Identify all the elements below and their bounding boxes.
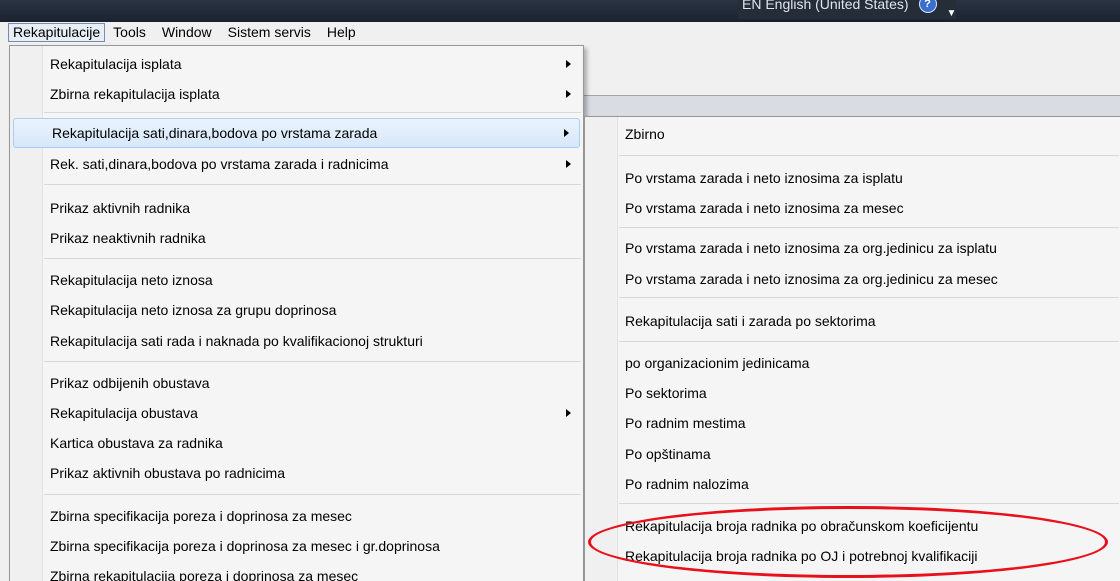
submenu-item-po-sektorima[interactable]: Po sektorima [587,379,1119,407]
menu-item-label: Prikaz neaktivnih radnika [50,230,206,246]
menu-item-prikaz-aktivnih-obustava[interactable]: Prikaz aktivnih obustava po radnicima [12,459,581,487]
help-icon[interactable]: ? [918,0,937,13]
menu-item-label: Rek. sati,dinara,bodova po vrstama zarad… [50,156,389,172]
menu-item-label: Zbirna rekapitulacija isplata [50,86,220,102]
rekapitulacije-dropdown: Rekapitulacija isplata Zbirna rekapitula… [9,45,584,581]
menu-item-label: Rekapitulacija isplata [50,56,182,72]
submenu-item-po-radnim-nalozima[interactable]: Po radnim nalozima [587,470,1119,498]
submenu-item-sati-zarada-sektori[interactable]: Rekapitulacija sati i zarada po sektorim… [587,307,1119,335]
language-bar[interactable]: EN English (United States) ? ▼ [738,0,957,19]
menu-item-zbirna-rekapitulacija-poreza[interactable]: Zbirna rekapitulacija poreza i doprinosa… [12,562,581,581]
menu-item-rekapitulacija-sati-rada-naknada[interactable]: Rekapitulacija sati rada i naknada po kv… [12,327,581,355]
menu-separator [619,155,1119,156]
menu-item-label: Po vrstama zarada i neto iznosima za mes… [625,200,904,216]
menu-item-label: Prikaz odbijenih obustava [50,375,210,391]
menu-item-rekapitulacija-isplata[interactable]: Rekapitulacija isplata [12,50,581,78]
menu-separator [619,341,1119,342]
screen: EN English (United States) ? ▼ Rekapitul… [0,0,1120,581]
submenu-item-organizacione-jedinice[interactable]: po organizacionim jedinicama [587,349,1119,377]
submenu-rekapitulacija-sati-dinara-bodova: Zbirno Po vrstama zarada i neto iznosima… [584,116,1120,581]
menu-separator [619,503,1119,504]
menu-item-label: Po sektorima [625,385,707,401]
submenu-arrow-icon [566,160,571,168]
submenu-item-po-radnim-mestima[interactable]: Po radnim mestima [587,409,1119,437]
submenu-item-broj-radnika-koeficijent[interactable]: Rekapitulacija broja radnika po obračuns… [587,512,1119,540]
submenu-item-broj-radnika-oj-kvalifikacija[interactable]: Rekapitulacija broja radnika po OJ i pot… [587,542,1119,570]
menu-item-label: Rekapitulacija neto iznosa [50,272,213,288]
submenu-arrow-icon [566,409,571,417]
language-indicator[interactable]: EN English (United States) [742,0,909,12]
menu-item-label: Po radnim nalozima [625,476,749,492]
menu-item-rekapitulacija-neto-iznosa-doprinosa[interactable]: Rekapitulacija neto iznosa za grupu dopr… [12,296,581,324]
menu-item-label: Po opštinama [625,446,711,462]
menu-item-kartica-obustava[interactable]: Kartica obustava za radnika [12,429,581,457]
menu-tools[interactable]: Tools [105,23,154,42]
menu-item-label: Rekapitulacija obustava [50,405,198,421]
menu-item-label: po organizacionim jedinicama [625,355,810,371]
submenu-item-zbirno[interactable]: Zbirno [587,120,1119,148]
submenu-item-org-jedinica-isplata[interactable]: Po vrstama zarada i neto iznosima za org… [587,234,1119,262]
menu-separator [619,227,1119,228]
menu-item-zbirna-specifikacija-gr-doprinosa[interactable]: Zbirna specifikacija poreza i doprinosa … [12,532,581,560]
menu-item-prikaz-neaktivnih-radnika[interactable]: Prikaz neaktivnih radnika [12,224,581,252]
menu-item-label: Rekapitulacija sati rada i naknada po kv… [50,333,423,349]
menu-item-label: Rekapitulacija broja radnika po obračuns… [625,518,979,534]
menu-item-label: Po vrstama zarada i neto iznosima za org… [625,271,998,287]
menu-help[interactable]: Help [319,23,364,42]
submenu-arrow-icon [566,90,571,98]
menu-separator [44,112,581,113]
submenu-item-po-opstinama[interactable]: Po opštinama [587,440,1119,468]
app-toolbar-strip [575,95,1120,118]
menu-item-label: Zbirna rekapitulacija poreza i doprinosa… [50,568,359,581]
menu-item-label: Zbirno [625,126,665,142]
menu-item-label: Kartica obustava za radnika [50,435,223,451]
menu-item-label: Rekapitulacija sati,dinara,bodova po vrs… [52,125,378,141]
menu-separator [44,184,581,185]
menu-item-label: Po vrstama zarada i neto iznosima za isp… [625,170,903,186]
submenu-item-org-jedinica-mesec[interactable]: Po vrstama zarada i neto iznosima za org… [587,265,1119,293]
menu-item-zbirna-specifikacija-mesec[interactable]: Zbirna specifikacija poreza i doprinosa … [12,502,581,530]
menu-item-label: Po vrstama zarada i neto iznosima za org… [625,240,997,256]
menu-item-zbirna-rekapitulacija-isplata[interactable]: Zbirna rekapitulacija isplata [12,80,581,108]
menu-item-label: Rekapitulacija neto iznosa za grupu dopr… [50,302,337,318]
menu-item-rekapitulacija-sati-dinara-bodova[interactable]: Rekapitulacija sati,dinara,bodova po vrs… [13,118,580,148]
menu-item-prikaz-odbijenih-obustava[interactable]: Prikaz odbijenih obustava [12,369,581,397]
chevron-down-icon[interactable]: ▼ [947,8,957,19]
menu-item-rekapitulacija-neto-iznosa[interactable]: Rekapitulacija neto iznosa [12,266,581,294]
menu-item-label: Zbirna specifikacija poreza i doprinosa … [50,538,440,554]
menu-item-label: Zbirna specifikacija poreza i doprinosa … [50,508,352,524]
menu-separator [44,494,581,495]
menu-separator [44,361,581,362]
menu-item-label: Prikaz aktivnih obustava po radnicima [50,465,286,481]
menu-item-label: Rekapitulacija sati i zarada po sektorim… [625,313,876,329]
menu-item-label: Po radnim mestima [625,415,746,431]
menu-bar: Rekapitulacije Tools Window Sistem servi… [0,22,1120,43]
menu-window[interactable]: Window [154,23,220,42]
submenu-arrow-icon [566,60,571,68]
menu-item-rek-sati-dinara-bodova-radnici[interactable]: Rek. sati,dinara,bodova po vrstama zarad… [12,150,581,178]
menu-item-label: Prikaz aktivnih radnika [50,200,191,216]
submenu-item-vrste-zarada-mesec[interactable]: Po vrstama zarada i neto iznosima za mes… [587,194,1119,222]
menu-sistem-servis[interactable]: Sistem servis [220,23,319,42]
menu-separator [44,258,581,259]
menu-separator [619,297,1119,298]
submenu-arrow-icon [564,129,569,137]
menu-item-label: Rekapitulacija broja radnika po OJ i pot… [625,548,978,564]
menu-item-prikaz-aktivnih-radnika[interactable]: Prikaz aktivnih radnika [12,194,581,222]
menu-item-rekapitulacija-obustava[interactable]: Rekapitulacija obustava [12,399,581,427]
submenu-item-vrste-zarada-isplata[interactable]: Po vrstama zarada i neto iznosima za isp… [587,164,1119,192]
menu-rekapitulacije[interactable]: Rekapitulacije [8,23,106,42]
